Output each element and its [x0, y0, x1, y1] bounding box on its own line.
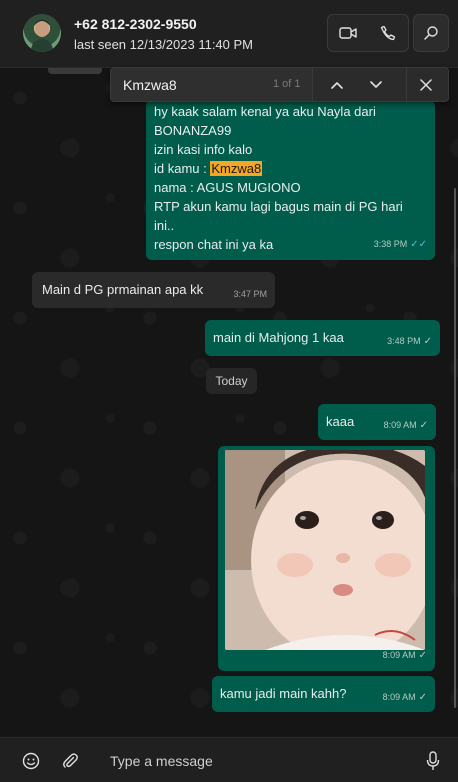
chevron-down-icon: [370, 80, 382, 88]
message-time: 3:47 PM: [233, 289, 267, 299]
message-line: id kamu : Kmzwa8: [154, 159, 427, 178]
find-close-button[interactable]: [406, 68, 444, 101]
message-text: kamu jadi main kahh?: [220, 686, 347, 701]
previous-message-edge: [48, 68, 102, 74]
search-icon: [424, 26, 438, 40]
contact-name[interactable]: +62 812-2302-9550: [74, 16, 197, 32]
last-seen-status: last seen 12/13/2023 11:40 PM: [74, 37, 253, 52]
message-text: kaaa: [326, 414, 355, 429]
message-input[interactable]: [100, 746, 410, 776]
message-time-text: 8:09 AM: [382, 692, 416, 702]
message-time-text: 8:09 AM: [383, 420, 417, 430]
find-previous-button[interactable]: [318, 68, 356, 101]
message-line: ini..: [154, 218, 175, 233]
find-result-count: 1 of 1: [273, 78, 301, 90]
message-outgoing[interactable]: kaaa 8:09 AM ✓: [318, 404, 436, 440]
message-list[interactable]: hy kaak salam kenal ya aku Nayla dari BO…: [0, 68, 458, 737]
message-time: 8:09 AM ✓: [383, 646, 427, 665]
message-text: main di Mahjong 1 kaa: [213, 330, 344, 345]
find-next-button[interactable]: [357, 68, 395, 101]
chevron-up-icon: [331, 81, 343, 89]
find-in-chat-bar: 1 of 1: [110, 67, 449, 102]
voice-message-button[interactable]: [422, 750, 444, 772]
attach-icon: [63, 753, 78, 768]
attach-button[interactable]: [59, 750, 81, 772]
message-time-text: 3:48 PM: [387, 336, 421, 346]
video-call-button[interactable]: [328, 15, 368, 51]
date-divider: Today: [206, 368, 257, 394]
read-ticks-icon: ✓✓: [410, 239, 427, 250]
message-outgoing[interactable]: kamu jadi main kahh? 8:09 AM ✓: [212, 676, 435, 712]
microphone-icon: [426, 751, 440, 770]
search-highlight: Kmzwa8: [210, 161, 263, 176]
message-time-text: 3:38 PM: [373, 239, 408, 249]
close-icon: [419, 78, 432, 91]
message-time: 8:09 AM ✓: [383, 688, 427, 707]
scrollbar[interactable]: [454, 188, 456, 708]
sent-tick-icon: ✓: [418, 692, 427, 703]
message-line: BONANZA99: [154, 123, 232, 138]
message-line: RTP akun kamu lagi bagus main di PG hari: [154, 199, 403, 214]
call-button-group: [327, 14, 409, 52]
search-button[interactable]: [413, 14, 449, 52]
message-composer: [0, 737, 458, 782]
message-text: Main d PG prmainan apa kk: [42, 282, 204, 297]
emoji-icon: [22, 752, 40, 770]
voice-call-icon: [380, 25, 396, 41]
message-line: izin kasi info kalo: [154, 142, 253, 157]
message-time: 8:09 AM ✓: [384, 416, 428, 435]
message-line: nama : AGUS MUGIONO: [154, 180, 301, 195]
message-outgoing-promo[interactable]: hy kaak salam kenal ya aku Nayla dari BO…: [146, 100, 435, 260]
message-line: hy kaak salam kenal ya aku Nayla dari: [154, 104, 376, 119]
voice-call-button[interactable]: [368, 15, 408, 51]
image-attachment[interactable]: [225, 450, 425, 650]
sent-tick-icon: ✓: [423, 336, 432, 347]
message-incoming[interactable]: Main d PG prmainan apa kk 3:47 PM: [32, 272, 275, 308]
sent-tick-icon: ✓: [418, 650, 427, 661]
avatar[interactable]: [23, 14, 61, 52]
message-time-text: 8:09 AM: [382, 650, 416, 660]
message-time: 3:48 PM ✓: [387, 332, 432, 351]
chat-header: +62 812-2302-9550 last seen 12/13/2023 1…: [0, 0, 458, 68]
message-line-prefix: id kamu :: [154, 161, 211, 176]
message-outgoing-image[interactable]: 8:09 AM ✓: [218, 446, 435, 671]
sent-tick-icon: ✓: [419, 420, 428, 431]
message-outgoing[interactable]: main di Mahjong 1 kaa 3:48 PM ✓: [205, 320, 440, 356]
emoji-button[interactable]: [20, 750, 42, 772]
message-time: 3:38 PM ✓✓: [374, 235, 427, 254]
chat-window: +62 812-2302-9550 last seen 12/13/2023 1…: [0, 0, 458, 782]
video-call-icon: [339, 27, 357, 39]
